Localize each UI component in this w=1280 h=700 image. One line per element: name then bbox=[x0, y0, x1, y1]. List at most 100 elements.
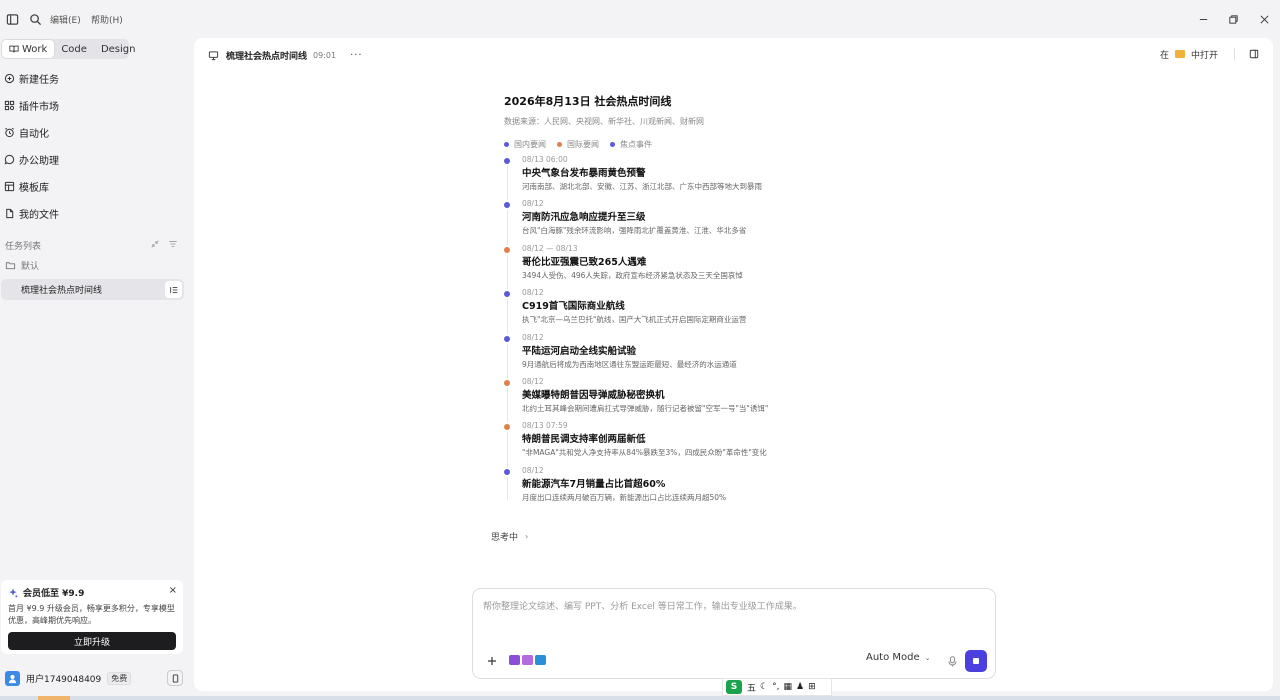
plugin-grid-icon bbox=[4, 100, 15, 110]
event-description: 3494人受伤、496人失踪，政府宣布经济紧急状态及三天全国哀悼 bbox=[522, 270, 743, 280]
sidebar-item-office-assistant[interactable]: 办公助理 bbox=[4, 148, 190, 170]
event-date: 08/12 bbox=[522, 288, 544, 298]
alarm-clock-icon bbox=[5, 127, 14, 137]
new-task-icon bbox=[4, 73, 15, 83]
sparkle-icon bbox=[9, 587, 18, 597]
legend-item: 国际要闻 bbox=[557, 139, 599, 150]
event-description: 9月通航后将成为西南地区通往东盟运距最短、最经济的水运通道 bbox=[522, 359, 737, 369]
mode-select[interactable]: Auto Mode ⌄ bbox=[866, 652, 931, 663]
menu-edit[interactable]: 编辑(E) bbox=[50, 13, 81, 26]
image-tool-icon[interactable] bbox=[522, 655, 533, 665]
chat-time: 09:01 bbox=[313, 50, 337, 60]
legend-dot-icon bbox=[557, 142, 562, 147]
task-item-current[interactable]: 梳理社会热点时间线 bbox=[1, 279, 184, 300]
mode-select-label: Auto Mode bbox=[866, 652, 920, 663]
file-icon bbox=[6, 208, 14, 218]
promo-title: 会员低至 ¥9.9 bbox=[8, 586, 176, 599]
legend-dot-icon bbox=[504, 142, 509, 147]
thinking-toggle[interactable]: 思考中 › bbox=[491, 530, 528, 543]
sidebar-item-automation[interactable]: 自动化 bbox=[4, 121, 190, 143]
stop-icon bbox=[973, 658, 979, 664]
event-description: "非MAGA"共和党人净支持率从84%暴跌至3%，四成民众盼"革命性"变化 bbox=[522, 448, 767, 458]
sidebar-toggle-icon[interactable] bbox=[1, 8, 23, 30]
timeline-dot-icon bbox=[504, 424, 510, 431]
search-icon[interactable] bbox=[24, 8, 46, 30]
doc-source: 数据来源：人民网、央视网、新华社、川观新闻、财新网 bbox=[504, 117, 704, 126]
timeline-dot-icon bbox=[504, 158, 510, 164]
side-panel-toggle-icon[interactable] bbox=[1246, 46, 1262, 62]
ime-logo-icon[interactable]: S bbox=[726, 680, 742, 694]
ime-toolbox-icon[interactable]: ⊞ bbox=[808, 682, 816, 692]
minimize-icon[interactable] bbox=[1192, 8, 1214, 30]
book-icon bbox=[9, 45, 19, 53]
ime-mode-wubi[interactable]: 五 bbox=[747, 681, 756, 694]
timeline-dot-icon bbox=[504, 335, 510, 342]
avatar[interactable] bbox=[5, 670, 20, 686]
video-tool-icon[interactable] bbox=[509, 655, 520, 665]
menu-help[interactable]: 帮助(H) bbox=[91, 13, 123, 26]
design-tool-icon[interactable] bbox=[535, 655, 546, 665]
sidebar: Work Code Design 新建任务 插件市场 自动化 办公助理 模板库 … bbox=[0, 37, 194, 700]
sidebar-item-label: 办公助理 bbox=[19, 155, 59, 167]
add-attachment-button[interactable] bbox=[485, 654, 499, 668]
ime-skin-icon[interactable]: ♟ bbox=[796, 682, 804, 692]
thinking-label: 思考中 bbox=[491, 533, 519, 543]
ime-punctuation-icon[interactable]: °, bbox=[772, 682, 779, 692]
ime-keyboard-icon[interactable]: ▦ bbox=[783, 682, 792, 692]
sidebar-item-label: 新建任务 bbox=[19, 74, 59, 86]
prompt-input[interactable] bbox=[483, 599, 983, 615]
timeline-document: 2026年8月13日 社会热点时间线 数据来源：人民网、央视网、新华社、川观新闻… bbox=[504, 93, 824, 150]
sidebar-item-label: 我的文件 bbox=[19, 209, 59, 221]
tab-code[interactable]: Code bbox=[54, 40, 94, 58]
microphone-button[interactable] bbox=[946, 654, 958, 668]
sidebar-item-template-library[interactable]: 模板库 bbox=[4, 175, 190, 197]
collapse-icon[interactable] bbox=[150, 239, 160, 249]
user-profile[interactable]: 用户1749048409 免费 bbox=[5, 670, 183, 686]
sidebar-item-my-files[interactable]: 我的文件 bbox=[4, 202, 190, 224]
sidebar-item-label: 插件市场 bbox=[19, 101, 59, 113]
quick-tools bbox=[509, 655, 548, 665]
event-description: 月度出口连续两月破百万辆，新能源出口占比连续两月超50% bbox=[522, 492, 727, 502]
sidebar-item-label: 模板库 bbox=[19, 182, 49, 194]
membership-promo: 会员低至 ¥9.9 × 首月 ¥9.9 升级会员，畅享更多积分，专享模型优惠，高… bbox=[1, 580, 183, 654]
filter-icon[interactable] bbox=[168, 239, 178, 249]
timeline-event: 08/12 — 08/13 哥伦比亚强震已致265人遇难 3494人受伤、496人失… bbox=[504, 244, 834, 288]
composer: Auto Mode ⌄ bbox=[472, 588, 996, 679]
timeline-event: 08/12 C919首飞国际商业航线 执飞"北京—乌兰巴托"航线，国产大飞机正式开启… bbox=[504, 288, 834, 332]
folder-default[interactable]: 默认 bbox=[5, 259, 39, 272]
stop-generation-button[interactable] bbox=[965, 650, 987, 672]
upgrade-button[interactable]: 立即升级 bbox=[8, 632, 176, 650]
taskbar-strip bbox=[0, 696, 1280, 700]
chat-title: 梳理社会热点时间线 bbox=[226, 51, 308, 62]
doc-title: 2026年8月13日 社会热点时间线 bbox=[504, 95, 672, 108]
legend-item: 焦点事件 bbox=[610, 139, 652, 150]
timeline-event: 08/13 06:00 中央气象台发布暴雨黄色预警 河南南部、湖北北部、安徽、江苏、… bbox=[504, 155, 834, 199]
ime-moon-icon[interactable]: ☾ bbox=[760, 682, 768, 692]
timeline-event: 08/12 平陆运河启动全线实船试验 9月通航后将成为西南地区通往东盟运距最短、最经… bbox=[504, 333, 834, 377]
promo-close-button[interactable]: × bbox=[169, 585, 177, 596]
event-title: 平陆运河启动全线实船试验 bbox=[522, 345, 637, 357]
sidebar-item-plugin-market[interactable]: 插件市场 bbox=[4, 94, 190, 116]
open-in-folder-button[interactable]: 在 中打开 bbox=[1154, 45, 1224, 63]
task-outline-icon[interactable] bbox=[165, 281, 182, 298]
event-description: 台风"白海豚"残余环流影响，强降雨北扩覆盖黄淮、江淮、华北多省 bbox=[522, 226, 747, 236]
tab-design[interactable]: Design bbox=[94, 40, 143, 58]
chevron-right-icon: › bbox=[525, 532, 529, 541]
tab-work[interactable]: Work bbox=[2, 40, 55, 58]
phone-icon[interactable] bbox=[167, 670, 183, 686]
sidebar-item-new-task[interactable]: 新建任务 bbox=[4, 67, 190, 89]
folder-label: 默认 bbox=[21, 262, 40, 272]
mode-tabs: Work Code Design bbox=[1, 39, 135, 59]
timeline-event: 08/13 07:59 特朗普民调支持率创两届新低 "非MAGA"共和党人净支持率从… bbox=[504, 421, 834, 465]
event-date: 08/12 — 08/13 bbox=[522, 243, 578, 253]
taskbar-active-segment bbox=[38, 696, 70, 700]
more-options-button[interactable]: ··· bbox=[350, 50, 363, 61]
close-window-icon[interactable] bbox=[1253, 8, 1275, 30]
legend-label: 国际要闻 bbox=[567, 140, 599, 149]
folder-icon bbox=[1175, 50, 1186, 58]
event-date: 08/12 bbox=[522, 199, 544, 209]
restore-icon[interactable] bbox=[1222, 8, 1244, 30]
promo-title-text: 会员低至 ¥9.9 bbox=[23, 589, 85, 599]
open-in-prefix: 在 bbox=[1160, 50, 1170, 61]
header-divider bbox=[1234, 48, 1235, 60]
